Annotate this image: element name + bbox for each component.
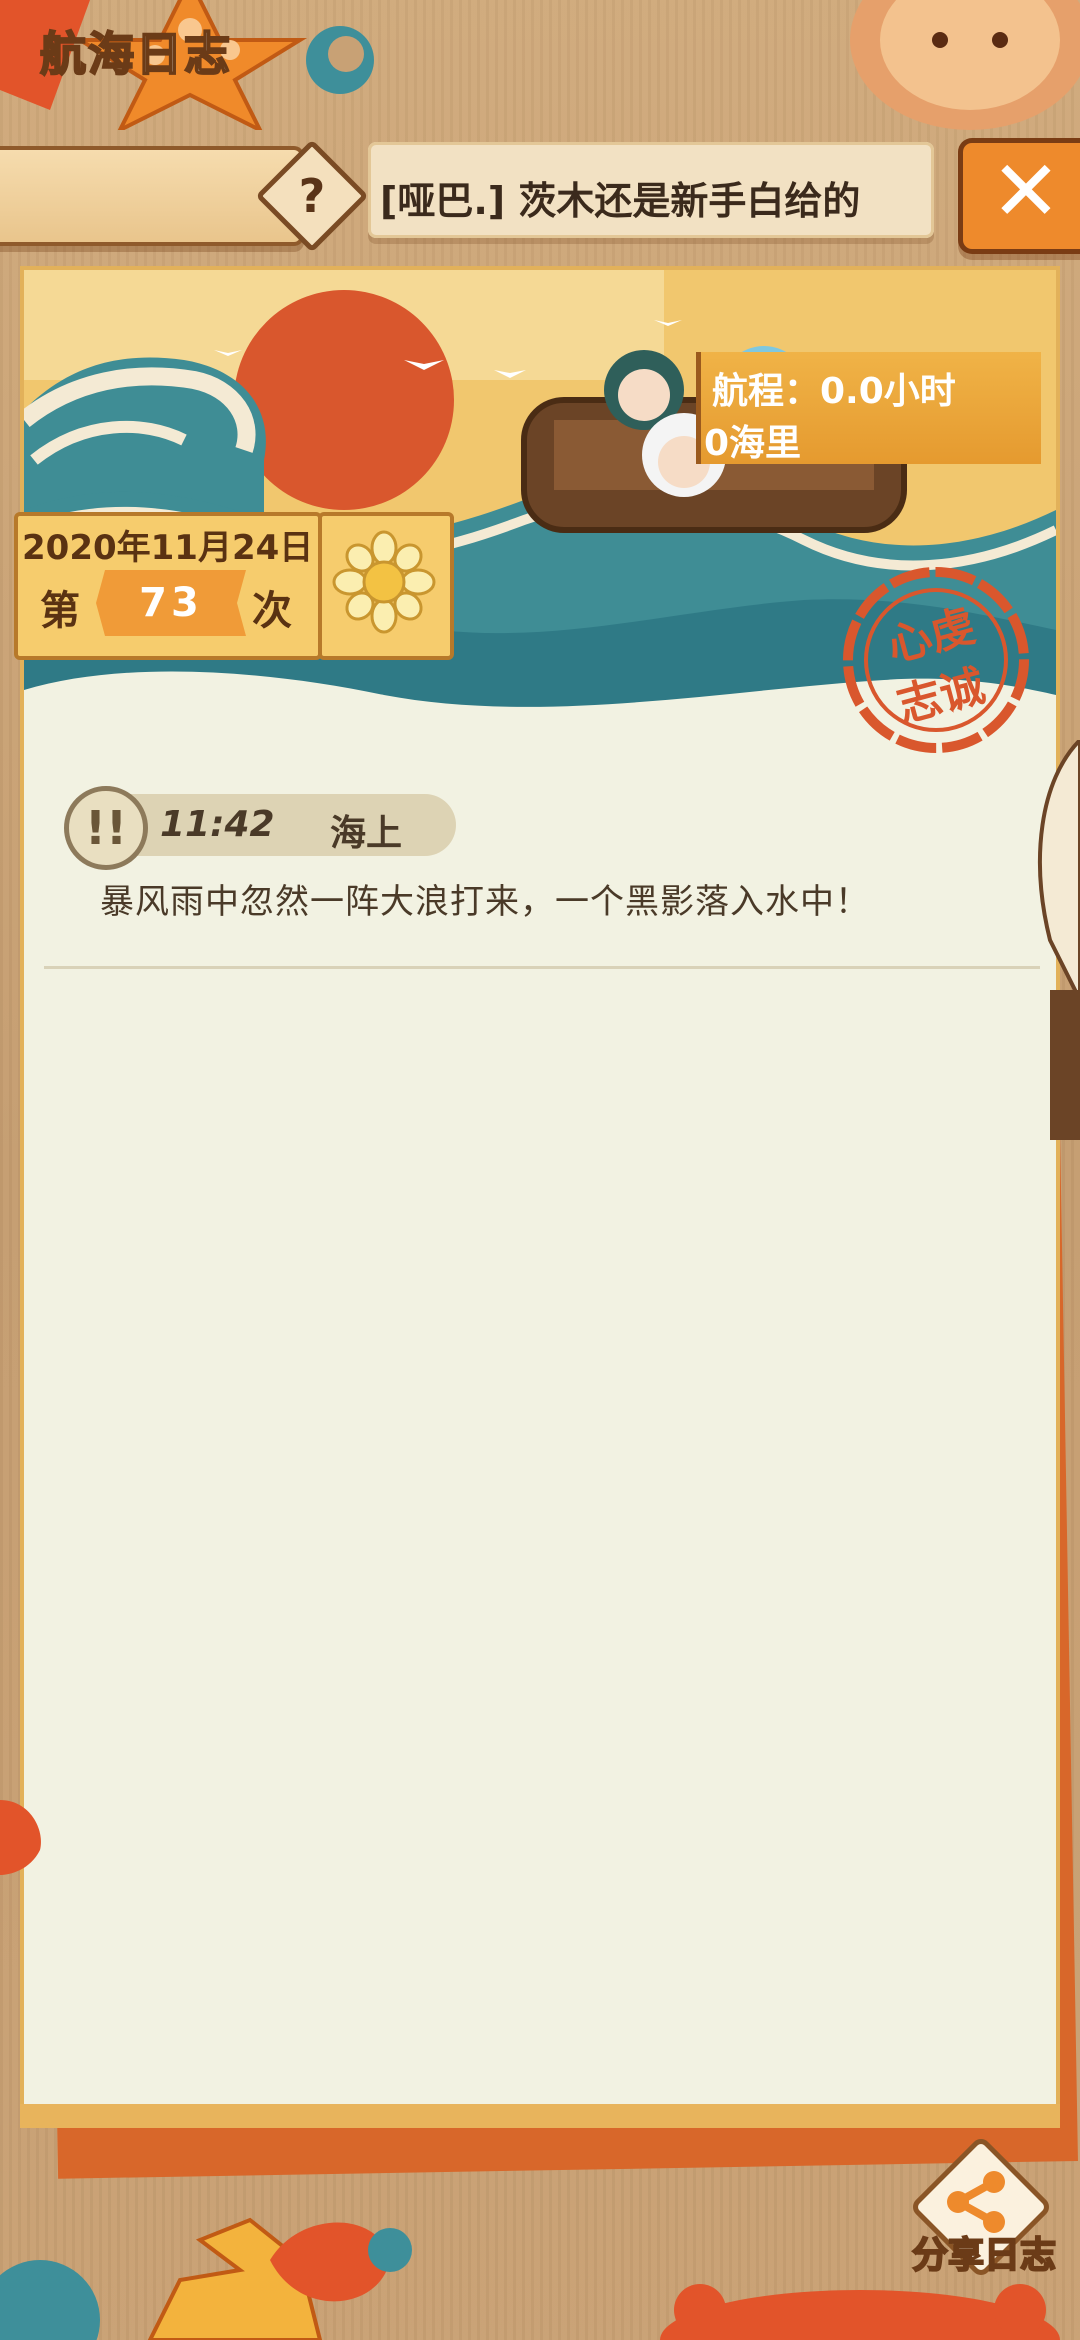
decorative-brush xyxy=(1038,740,1080,1140)
log-entry-time: 11:42 xyxy=(160,804,275,845)
decorative-wave-dot xyxy=(306,26,374,94)
decorative-shell-left xyxy=(0,1800,41,1875)
log-entry-place: 海上 xyxy=(330,813,403,854)
log-entry-message: 暴风雨中忽然一阵大浪打来，一个黑影落入水中！ xyxy=(100,882,870,922)
close-icon[interactable]: ✕ xyxy=(986,138,1066,244)
decorative-character-top-right xyxy=(850,0,1080,130)
decorative-crab xyxy=(660,2284,1060,2340)
count-value: 73 xyxy=(139,580,203,626)
count-unit: 次 xyxy=(252,588,292,634)
page-title: 航海日志 xyxy=(39,26,232,82)
decorative-bottom-shells xyxy=(0,2217,412,2340)
alert-icon: !! xyxy=(64,786,148,870)
question-icon[interactable]: ? xyxy=(272,156,352,236)
panel-bottom-edge xyxy=(20,2104,1060,2128)
count-label: 第 xyxy=(40,588,80,634)
ticker-text: [哑巴.] 茨木还是新手白给的 xyxy=(380,179,861,223)
voyage-distance: 0海里 xyxy=(704,423,802,464)
voyage-duration: 航程：0.0小时 xyxy=(712,371,956,412)
sun-icon xyxy=(332,530,436,634)
entry-divider xyxy=(44,966,1040,969)
share-label[interactable]: 分享日志 xyxy=(911,2226,1057,2278)
voyage-date: 2020年11月24日 xyxy=(22,528,314,568)
